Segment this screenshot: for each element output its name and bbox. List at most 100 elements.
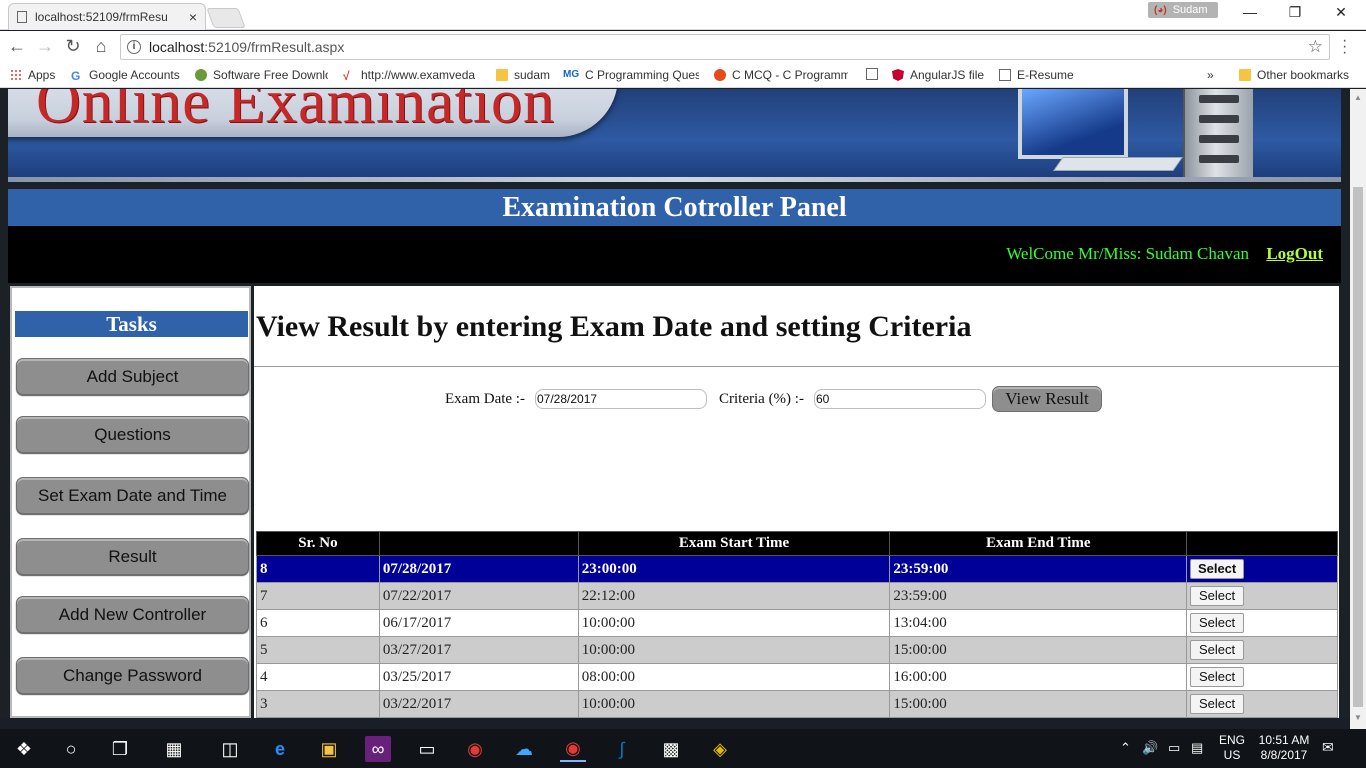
visual-studio-icon[interactable]: ∞ [365,736,391,762]
edge-icon[interactable]: e [267,736,293,762]
select-button[interactable]: Select [1190,667,1245,687]
add-new-controller-button[interactable]: Add New Controller [16,596,249,633]
site-banner: Online Examination [8,89,1341,182]
end-time-cell: 23:59:00 [889,582,1188,610]
criteria-label: Criteria (%) :- [719,391,804,407]
address-bar[interactable]: i localhost:52109/frmResult.aspx ☆ [120,34,1330,60]
tab-close-icon[interactable]: × [189,9,197,25]
bookmark-apps[interactable]: Apps [10,68,55,82]
chrome-icon[interactable]: ◉ [462,736,488,762]
vscode-icon[interactable]: ∫ [609,736,635,762]
network-icon[interactable]: ▤ [1191,740,1203,755]
browser-menu-icon[interactable]: · · · [1342,33,1347,61]
bookmark-e-resume[interactable]: E-Resume [999,68,1074,82]
clock[interactable]: 10:51 AM 8/8/2017 [1253,733,1315,763]
action-cell: Select [1186,555,1338,583]
minimize-icon[interactable]: — [1227,4,1273,20]
bookmarks-overflow[interactable]: » [1207,68,1214,82]
software-icon [195,69,207,81]
ccleaner-icon[interactable]: ☁ [511,736,537,762]
table-row: 6 06/17/2017 10:00:00 13:04:00 Select [256,609,1338,637]
start-time-cell: 08:00:00 [577,663,891,691]
bookmark-sudam[interactable]: sudam [496,68,550,82]
bookmark-angularjs[interactable]: AngularJS file [892,68,984,82]
maximize-icon[interactable]: ❐ [1272,4,1318,21]
action-cell: Select [1186,582,1338,610]
search-icon[interactable]: ○ [58,736,84,762]
table-row: 3 03/22/2017 10:00:00 15:00:00 Select [256,690,1338,718]
view-result-button[interactable]: View Result [992,386,1102,412]
volume-icon[interactable]: 🔊 [1142,740,1158,755]
bookmark-other[interactable]: Other bookmarks [1239,68,1349,82]
select-button[interactable]: Select [1190,613,1245,633]
page-scrollbar[interactable]: ▲ ▼ [1350,89,1366,729]
bookmark-c-mcq[interactable]: C MCQ - C Programm [714,68,848,82]
command-prompt-icon[interactable]: ▩ [658,736,684,762]
new-tab-button[interactable] [206,8,246,28]
notifications-icon[interactable]: ✉ [1322,740,1334,755]
url-path: :52109/frmResult.aspx [204,39,345,55]
document-icon [999,69,1011,81]
table-row: 5 03/27/2017 10:00:00 15:00:00 Select [256,636,1338,664]
monitor-image [1018,89,1128,159]
select-button[interactable]: Select [1190,559,1245,579]
table-row: 4 03/25/2017 08:00:00 16:00:00 Select [256,663,1338,691]
file-explorer-icon[interactable]: ▣ [316,736,342,762]
select-button[interactable]: Select [1190,640,1245,660]
exam-date-input[interactable]: 07/28/2017 [535,389,707,409]
start-time-cell: 10:00:00 [577,636,891,664]
notepad-icon[interactable]: ▭ [414,736,440,762]
start-time-cell: 10:00:00 [577,690,891,718]
bookmark-star-icon[interactable]: ☆ [1308,37,1323,57]
scroll-down-icon[interactable]: ▼ [1354,713,1362,722]
sr-no-cell: 8 [256,555,380,583]
result-content: View Result by entering Exam Date and se… [254,286,1339,718]
reload-icon[interactable]: ↻ [62,36,84,57]
store-icon[interactable]: ◫ [217,736,243,762]
home-icon[interactable]: ⌂ [90,36,112,57]
close-window-icon[interactable]: ✕ [1318,4,1364,21]
exam-date-cell: 03/22/2017 [378,690,579,718]
questions-button[interactable]: Questions [16,416,249,453]
bookmark-document[interactable] [866,68,884,80]
tray-chevron-icon[interactable]: ⌃ [1120,740,1131,755]
bookmark-c-programming[interactable]: MG C Programming Ques [563,68,699,82]
battery-icon[interactable]: ▭ [1168,740,1180,755]
bookmark-examveda[interactable]: √ http://www.examveda [343,68,479,83]
sr-no-cell: 3 [256,690,380,718]
info-icon[interactable]: i [127,40,141,54]
criteria-input[interactable]: 60 [814,389,986,409]
profile-avatar-icon: (◕) [1154,4,1167,16]
scroll-thumb[interactable] [1353,187,1363,707]
back-arrow-icon[interactable]: ← [6,36,28,57]
sr-no-cell: 6 [256,609,380,637]
profile-button[interactable]: (◕) Sudam [1148,2,1218,18]
computer-tower-image [1183,89,1253,182]
sr-no-cell: 5 [256,636,380,664]
folder-icon [496,69,508,81]
result-button[interactable]: Result [16,538,249,575]
language-indicator[interactable]: ENG US [1215,733,1249,763]
table-row: 203/19/201700:00:0023:32:00Select [256,717,1338,718]
col-sr-no: Sr. No [256,531,380,556]
scroll-up-icon[interactable]: ▲ [1354,93,1362,102]
change-password-button[interactable]: Change Password [16,657,249,694]
select-button[interactable]: Select [1190,694,1245,714]
add-subject-button[interactable]: Add Subject [16,358,249,395]
select-button[interactable]: Select [1190,586,1245,606]
browser-tab[interactable]: localhost:52109/frmResu × [8,3,206,30]
bookmark-google-accounts[interactable]: G Google Accounts [71,68,180,83]
task-view-icon[interactable]: ❐ [107,736,133,762]
site-logo-text: Online Examination [36,89,556,136]
forward-arrow-icon[interactable]: → [34,36,56,57]
action-cell: Select [1186,690,1338,718]
angular-icon [892,69,904,81]
logout-link[interactable]: LogOut [1266,244,1323,264]
bookmark-software[interactable]: Software Free Downlo [195,68,328,82]
windows-taskbar: ❖ ○ ❐ ▦ ◫ e ▣ ∞ ▭ ◉ ☁ ◉ ∫ ▩ ◈ ⌃ 🔊 ▭ ▤ EN… [0,729,1366,768]
windows-flag-icon[interactable]: ▦ [161,736,187,762]
windows-start-icon[interactable]: ❖ [11,736,37,762]
paint-icon[interactable]: ◈ [707,736,733,762]
set-exam-date-button[interactable]: Set Exam Date and Time [16,477,249,514]
chrome-active-icon[interactable]: ◉ [560,736,586,762]
